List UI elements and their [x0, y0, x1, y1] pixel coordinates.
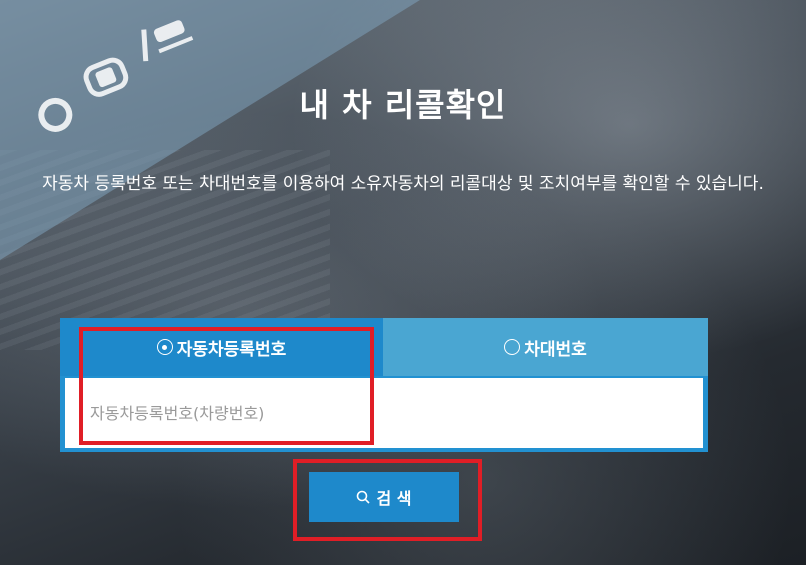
car-road-icon — [141, 20, 194, 62]
page-description: 자동차 등록번호 또는 차대번호를 이용하여 소유자동차의 리콜대상 및 조치여… — [42, 174, 764, 194]
tab-vin[interactable]: 차대번호 — [383, 318, 708, 376]
highlight-box-search — [293, 459, 482, 541]
radio-empty-icon — [504, 339, 521, 355]
tab-vin-label: 차대번호 — [524, 339, 587, 360]
highlight-box-registration — [79, 327, 374, 445]
page-title: 내 차 리콜확인 — [299, 86, 507, 124]
